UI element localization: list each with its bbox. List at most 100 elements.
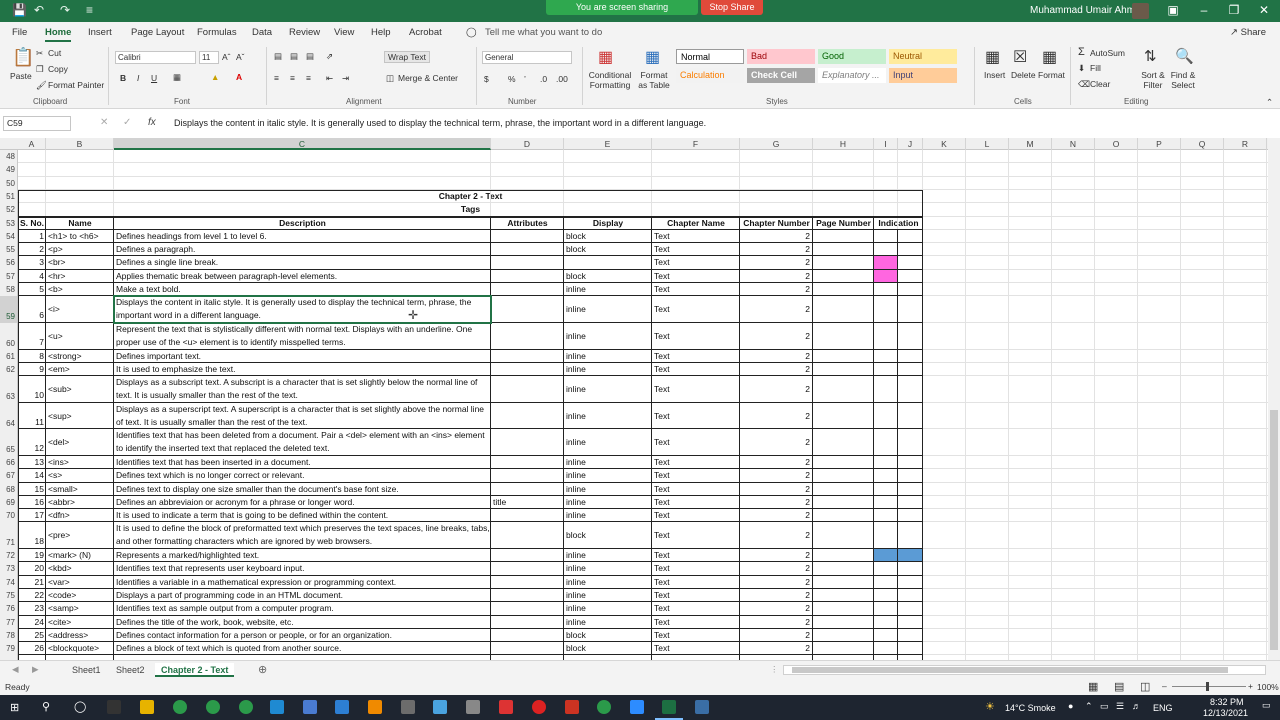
cell-style-good[interactable]: Good (818, 49, 886, 64)
cell-chapter-number[interactable]: 2 (740, 562, 813, 575)
format-as-table-button[interactable]: Format as Table (635, 70, 673, 90)
font-size-select[interactable]: 11 (199, 51, 219, 64)
find-select-button[interactable]: Find & Select (1167, 70, 1199, 90)
underline-icon[interactable]: U (151, 73, 157, 83)
fill-color-icon[interactable]: ▲ (211, 72, 219, 82)
cell-chapter-name[interactable]: Text (652, 496, 740, 509)
insert-cells-icon[interactable]: ▦ (985, 47, 1000, 67)
cell-display[interactable]: inline (564, 562, 652, 575)
row-header-75[interactable]: 75 (0, 589, 17, 602)
cell-chapter-name[interactable]: Text (652, 256, 740, 269)
cell-description[interactable]: Defines the title of the work, book, web… (114, 616, 491, 629)
sheet-title[interactable]: Chapter 2 - Text (18, 190, 923, 203)
cell-attributes[interactable] (491, 589, 564, 602)
comma-icon[interactable]: ’ (524, 74, 526, 84)
fill-icon[interactable]: ⬇ (1078, 63, 1085, 74)
cell-attributes[interactable] (491, 456, 564, 469)
row-header-67[interactable]: 67 (0, 469, 17, 482)
cell-sno[interactable]: 23 (18, 602, 46, 615)
decrease-indent-icon[interactable]: ⇤ (326, 73, 333, 84)
ribbon-display-options-icon[interactable]: ▣ (1163, 3, 1183, 17)
cell-display[interactable]: block (564, 230, 652, 243)
cell-attributes[interactable] (491, 509, 564, 522)
cell-name[interactable]: <em> (46, 363, 114, 376)
cell-chapter-number[interactable]: 2 (740, 323, 813, 350)
cell-description[interactable]: Make a text bold. (114, 283, 491, 296)
table-header-indication[interactable]: Indication (874, 217, 923, 230)
cell-sno[interactable]: 2 (18, 243, 46, 256)
cell-display[interactable]: inline (564, 403, 652, 430)
chrome-profile-2-icon[interactable] (239, 700, 253, 714)
tab-acrobat[interactable]: Acrobat (409, 27, 442, 38)
vertical-scroll-thumb[interactable] (1270, 410, 1278, 650)
stop-share-button[interactable]: Stop Share (701, 0, 763, 15)
cell-attributes[interactable] (491, 270, 564, 283)
cell-chapter-number[interactable]: 2 (740, 589, 813, 602)
save-icon[interactable]: 💾 (12, 3, 27, 17)
column-header-p[interactable]: P (1138, 138, 1181, 150)
indication-fill[interactable] (874, 256, 898, 269)
delete-cells-icon[interactable]: ☒ (1013, 47, 1027, 67)
increase-decimal-icon[interactable]: .0 (540, 74, 547, 84)
cell-display[interactable]: inline (564, 323, 652, 350)
app-icon[interactable] (335, 700, 349, 714)
copy-icon[interactable]: ❐ (36, 64, 44, 75)
cell-attributes[interactable] (491, 429, 564, 456)
zoom-out-icon[interactable]: – (1162, 681, 1167, 691)
cell-name[interactable]: <pre> (46, 522, 114, 549)
cell-display[interactable]: block (564, 629, 652, 642)
column-header-a[interactable]: A (18, 138, 46, 150)
cell-description[interactable]: Defines headings from level 1 to level 6… (114, 230, 491, 243)
cell-display[interactable]: inline (564, 589, 652, 602)
row-header-65[interactable]: 65 (0, 429, 17, 456)
enter-formula-icon[interactable]: ✓ (123, 117, 131, 128)
cell-display[interactable]: inline (564, 549, 652, 562)
row-header-56[interactable]: 56 (0, 256, 17, 269)
cell-chapter-number[interactable]: 2 (740, 616, 813, 629)
cell-chapter-number[interactable]: 2 (740, 256, 813, 269)
fill-button[interactable]: Fill (1090, 63, 1101, 73)
wrap-text-button[interactable]: Wrap Text (384, 51, 430, 63)
cell-name[interactable]: <u> (46, 323, 114, 350)
format-cells-icon[interactable]: ▦ (1042, 47, 1057, 67)
cell-chapter-name[interactable]: Text (652, 323, 740, 350)
paste-button[interactable]: Paste (10, 71, 32, 81)
font-color-icon[interactable]: A (236, 72, 242, 82)
cell-chapter-name[interactable]: Text (652, 296, 740, 323)
terminal-app-icon[interactable] (107, 700, 121, 714)
cell-chapter-number[interactable]: 2 (740, 350, 813, 363)
cell-description[interactable]: Identifies a variable in a mathematical … (114, 576, 491, 589)
share-button[interactable]: ↗ Share (1230, 27, 1266, 38)
cell-chapter-number[interactable]: 2 (740, 456, 813, 469)
cell-description[interactable]: It is used to emphasize the text. (114, 363, 491, 376)
zoom-in-icon[interactable]: + (1248, 681, 1253, 691)
indication-fill[interactable] (874, 549, 923, 562)
format-as-table-icon[interactable]: ▦ (645, 47, 660, 67)
cell-name[interactable]: <var> (46, 576, 114, 589)
number-format-select[interactable]: General (482, 51, 572, 64)
cell-sno[interactable]: 16 (18, 496, 46, 509)
cell-description[interactable]: Represent the text that is stylistically… (114, 323, 491, 350)
row-header-63[interactable]: 63 (0, 376, 17, 403)
cell-chapter-name[interactable]: Text (652, 456, 740, 469)
currency-icon[interactable]: $ (484, 74, 489, 84)
row-header-71[interactable]: 71 (0, 522, 17, 549)
cut-button[interactable]: Cut (48, 48, 61, 58)
row-header-66[interactable]: 66 (0, 456, 17, 469)
cell-attributes[interactable] (491, 642, 564, 655)
cell-description[interactable]: Represents a marked/highlighted text. (114, 549, 491, 562)
cell-name[interactable]: <br> (46, 256, 114, 269)
cell-attributes[interactable] (491, 469, 564, 482)
column-header-n[interactable]: N (1052, 138, 1095, 150)
cell-style-explanatory[interactable]: Explanatory ... (818, 68, 886, 83)
row-header-69[interactable]: 69 (0, 496, 17, 509)
column-header-l[interactable]: L (966, 138, 1009, 150)
column-header-q[interactable]: Q (1181, 138, 1224, 150)
cell-chapter-number[interactable]: 2 (740, 403, 813, 430)
column-header-h[interactable]: H (813, 138, 874, 150)
cell-style-bad[interactable]: Bad (747, 49, 815, 64)
chrome-profile-3-icon[interactable] (597, 700, 611, 714)
cell-sno[interactable]: 24 (18, 616, 46, 629)
cell-sno[interactable]: 13 (18, 456, 46, 469)
column-header-m[interactable]: M (1009, 138, 1052, 150)
